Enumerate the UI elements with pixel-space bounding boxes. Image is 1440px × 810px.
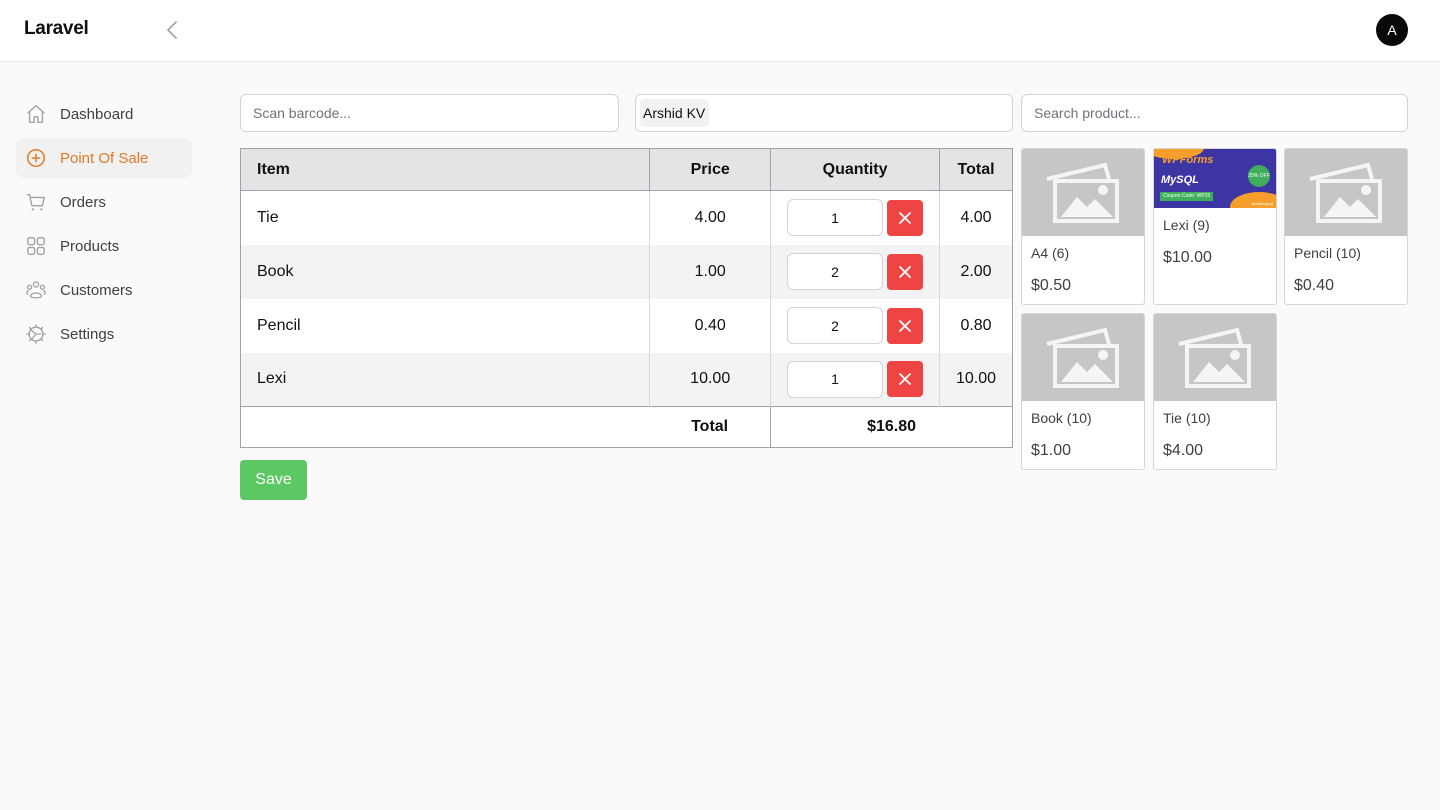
product-image-placeholder	[1285, 149, 1407, 236]
remove-item-button[interactable]	[887, 361, 924, 398]
banner-coupon: Coupon Code: WP25	[1160, 192, 1214, 201]
quantity-input[interactable]	[787, 199, 884, 237]
banner-site: wpdebuglog	[1251, 201, 1273, 206]
brand-logo[interactable]: Laravel	[24, 18, 89, 40]
cart-row: Book 1.00 2.00	[239, 244, 1013, 299]
product-name: Pencil (10)	[1294, 245, 1361, 261]
cart-item-total: 4.00	[939, 190, 1013, 245]
cart-item-name: Lexi	[239, 352, 651, 407]
sidebar-item-label: Customers	[60, 281, 133, 299]
cart-item-total: 10.00	[939, 352, 1013, 407]
cart-item-price: 4.00	[649, 190, 772, 245]
cart-item-name: Pencil	[239, 298, 651, 353]
remove-item-button[interactable]	[887, 199, 924, 236]
product-card[interactable]: A4 (6) $0.50	[1021, 148, 1145, 305]
cart-item-price: 0.40	[649, 298, 772, 353]
product-image-placeholder	[1022, 149, 1144, 236]
gear-icon	[25, 323, 47, 345]
sidebar-item-point-of-sale[interactable]: Point Of Sale	[16, 138, 192, 178]
sidebar-item-label: Products	[60, 237, 120, 255]
barcode-input[interactable]	[240, 94, 619, 132]
cart-total-label: Total	[239, 406, 772, 448]
cart-total-value: $16.80	[770, 406, 1013, 448]
product-card[interactable]: Tie (10) $4.00	[1153, 313, 1277, 470]
product-search-input[interactable]	[1021, 94, 1408, 132]
product-name: Book (10)	[1031, 410, 1092, 426]
product-name: A4 (6)	[1031, 245, 1070, 261]
cart-item-total: 2.00	[939, 244, 1013, 299]
sidebar-item-label: Settings	[60, 325, 115, 343]
quantity-input[interactable]	[787, 253, 884, 290]
chevron-left-icon	[167, 21, 177, 39]
users-icon	[25, 279, 47, 301]
top-bar: Laravel A	[0, 0, 1440, 62]
save-button[interactable]: Save	[240, 460, 307, 500]
sidebar-item-dashboard[interactable]: Dashboard	[16, 94, 192, 134]
close-icon	[899, 319, 911, 332]
plus-circle-icon	[25, 147, 47, 169]
close-icon	[899, 211, 911, 224]
sidebar-item-customers[interactable]: Customers	[16, 270, 192, 310]
selected-customer: Arshid KV	[640, 99, 710, 127]
sidebar-item-label: Orders	[60, 193, 106, 211]
column-header-item: Item	[239, 148, 651, 191]
cart-item-total: 0.80	[939, 298, 1013, 353]
image-placeholder-icon	[1046, 162, 1119, 223]
product-price: $0.50	[1031, 277, 1072, 294]
quantity-input[interactable]	[787, 360, 884, 398]
home-icon	[25, 103, 47, 125]
product-price: $0.40	[1294, 277, 1335, 294]
image-placeholder-icon	[1309, 162, 1382, 223]
product-price: $1.00	[1031, 442, 1072, 459]
remove-item-button[interactable]	[887, 307, 924, 344]
product-image-placeholder	[1154, 314, 1276, 401]
banner-title: WPForms	[1162, 154, 1214, 166]
column-header-total: Total	[939, 148, 1013, 191]
sidebar-item-label: Dashboard	[60, 105, 134, 123]
cart-table: Item Price Quantity Total Tie 4.00 4.00 …	[239, 148, 1013, 448]
column-header-quantity: Quantity	[770, 148, 941, 191]
grid-icon	[25, 235, 47, 257]
sidebar-item-orders[interactable]: Orders	[16, 182, 192, 222]
cart-item-name: Tie	[239, 190, 651, 245]
product-price: $10.00	[1163, 249, 1212, 266]
close-icon	[899, 265, 911, 278]
sidebar-item-products[interactable]: Products	[16, 226, 192, 266]
cart-item-name: Book	[239, 244, 651, 299]
cart-item-price: 1.00	[649, 244, 772, 299]
quantity-input[interactable]	[787, 307, 884, 344]
sidebar-item-label: Point Of Sale	[60, 149, 149, 167]
image-placeholder-icon	[1178, 327, 1251, 388]
product-card[interactable]: Pencil (10) $0.40	[1284, 148, 1408, 305]
customer-select[interactable]: Arshid KV	[635, 94, 1013, 132]
cart-footer-row: Total $16.80	[239, 406, 1013, 448]
cart-row: Tie 4.00 4.00	[239, 190, 1013, 245]
cart-item-price: 10.00	[649, 352, 772, 407]
product-card[interactable]: Book (10) $1.00	[1021, 313, 1145, 470]
collapse-sidebar-button[interactable]	[162, 19, 182, 41]
sidebar-item-settings[interactable]: Settings	[16, 314, 192, 354]
product-price: $4.00	[1163, 442, 1204, 459]
close-icon	[899, 373, 911, 386]
user-avatar[interactable]: A	[1376, 14, 1408, 46]
sidebar: Dashboard Point Of Sale Orders Products …	[16, 94, 192, 358]
product-name: Lexi (9)	[1163, 217, 1210, 233]
cart-header-row: Item Price Quantity Total	[239, 148, 1013, 191]
cart-row: Lexi 10.00 10.00	[239, 352, 1013, 407]
product-name: Tie (10)	[1163, 410, 1211, 426]
banner-subtitle: MySQL	[1161, 174, 1199, 186]
product-card[interactable]: WPForms MySQL Coupon Code: WP25 25% OFF …	[1153, 148, 1277, 305]
cart-row: Pencil 0.40 0.80	[239, 298, 1013, 353]
product-image-placeholder	[1022, 314, 1144, 401]
banner-badge: 25% OFF	[1248, 165, 1270, 187]
remove-item-button[interactable]	[887, 253, 924, 290]
column-header-price: Price	[649, 148, 772, 191]
cart-icon	[25, 191, 47, 213]
image-placeholder-icon	[1046, 327, 1119, 388]
product-image: WPForms MySQL Coupon Code: WP25 25% OFF …	[1154, 149, 1276, 208]
